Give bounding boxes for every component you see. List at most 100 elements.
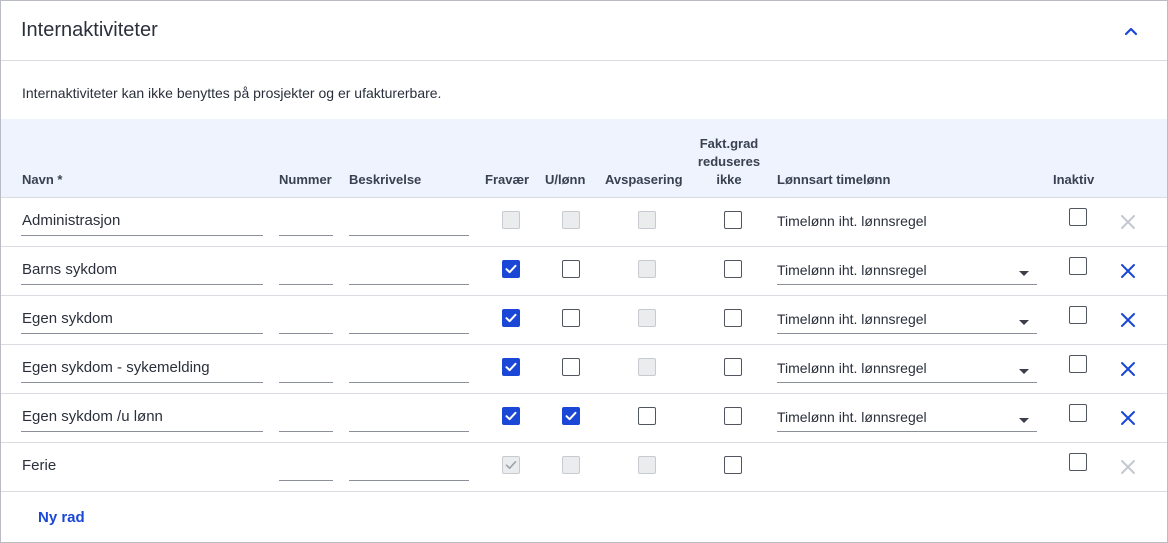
close-icon: [1121, 362, 1135, 376]
description-field[interactable]: [349, 359, 469, 383]
panel-header: Internaktiviteter: [1, 1, 1167, 61]
absence-checkbox[interactable]: [502, 309, 520, 327]
caret-down-icon: [1019, 418, 1029, 423]
wage-type-select[interactable]: Timelønn iht. lønnsregel: [777, 359, 1037, 383]
description-field[interactable]: [349, 310, 469, 334]
description-field[interactable]: [349, 457, 469, 481]
unpaid-checkbox[interactable]: [562, 358, 580, 376]
table-row: Egen sykdom - sykemelding Timelønn iht. l…: [1, 345, 1167, 394]
absence-checkbox: [502, 456, 520, 474]
table-row: Barns sykdom Timelønn iht. lønnsregel: [1, 247, 1167, 296]
col-billing-reduce-line3: ikke: [716, 172, 742, 187]
wage-type-select[interactable]: Timelønn iht. lønnsregel: [777, 261, 1037, 285]
inactive-checkbox[interactable]: [1069, 208, 1087, 226]
name-field[interactable]: Egen sykdom - sykemelding: [21, 359, 263, 383]
wage-type-value: Timelønn iht. lønnsregel: [777, 360, 927, 376]
billing-reduce-checkbox[interactable]: [724, 260, 742, 278]
caret-down-icon: [1019, 320, 1029, 325]
timeoff-checkbox: [638, 211, 656, 229]
timeoff-checkbox: [638, 456, 656, 474]
col-name: Navn *: [22, 172, 63, 187]
delete-row-button: [1118, 212, 1138, 232]
col-number: Nummer: [279, 172, 332, 187]
close-icon: [1121, 313, 1135, 327]
description-field[interactable]: [349, 408, 469, 432]
name-field[interactable]: Egen sykdom: [21, 310, 263, 334]
col-inactive: Inaktiv: [1053, 172, 1095, 187]
internal-activities-panel: Internaktiviteter Internaktiviteter kan …: [0, 0, 1168, 543]
description-field[interactable]: [349, 261, 469, 285]
number-field[interactable]: [279, 261, 333, 285]
wage-type-text: [777, 457, 1037, 481]
unpaid-checkbox: [562, 211, 580, 229]
col-unpaid: U/lønn: [545, 172, 586, 187]
inactive-checkbox[interactable]: [1069, 306, 1087, 324]
wage-type-value: Timelønn iht. lønnsregel: [777, 213, 927, 229]
absence-checkbox[interactable]: [502, 358, 520, 376]
delete-row-button[interactable]: [1118, 310, 1138, 330]
timeoff-checkbox: [638, 260, 656, 278]
timeoff-checkbox: [638, 309, 656, 327]
inactive-checkbox[interactable]: [1069, 355, 1087, 373]
info-text: Internaktiviteter kan ikke benyttes på p…: [22, 85, 442, 101]
table-row: Egen sykdom Timelønn iht. lønnsregel: [1, 296, 1167, 345]
caret-down-icon: [1019, 271, 1029, 276]
number-field[interactable]: [279, 359, 333, 383]
table-row: Egen sykdom /u lønn Timelønn iht. lønnsre…: [1, 394, 1167, 443]
delete-row-button[interactable]: [1118, 261, 1138, 281]
unpaid-checkbox: [562, 456, 580, 474]
unpaid-checkbox[interactable]: [562, 407, 580, 425]
wage-type-value: Timelønn iht. lønnsregel: [777, 311, 927, 327]
panel-title: Internaktiviteter: [21, 19, 158, 41]
billing-reduce-checkbox[interactable]: [724, 358, 742, 376]
col-billing-reduce: Fakt.grad reduseres ikke: [689, 135, 769, 189]
wage-type-text: Timelønn iht. lønnsregel: [777, 212, 1037, 236]
number-field[interactable]: [279, 457, 333, 481]
close-icon: [1121, 411, 1135, 425]
col-wage-type: Lønnsart timelønn: [777, 172, 891, 187]
inactive-checkbox[interactable]: [1069, 404, 1087, 422]
close-icon: [1121, 460, 1135, 474]
table-header: Navn * Nummer Beskrivelse Fravær U/lønn …: [1, 119, 1167, 198]
absence-checkbox[interactable]: [502, 407, 520, 425]
description-field[interactable]: [349, 212, 469, 236]
wage-type-value: Timelønn iht. lønnsregel: [777, 409, 927, 425]
unpaid-checkbox[interactable]: [562, 260, 580, 278]
table-row: Administrasjon Timelønn iht. lønnsregel: [1, 198, 1167, 247]
number-field[interactable]: [279, 408, 333, 432]
unpaid-checkbox[interactable]: [562, 309, 580, 327]
name-field[interactable]: Egen sykdom /u lønn: [21, 408, 263, 432]
billing-reduce-checkbox[interactable]: [724, 456, 742, 474]
billing-reduce-checkbox[interactable]: [724, 211, 742, 229]
absence-checkbox: [502, 211, 520, 229]
delete-row-button[interactable]: [1118, 408, 1138, 428]
timeoff-checkbox: [638, 358, 656, 376]
table-row: Ferie: [1, 443, 1167, 492]
col-billing-reduce-line2: reduseres: [697, 154, 761, 169]
wage-type-select[interactable]: Timelønn iht. lønnsregel: [777, 408, 1037, 432]
collapse-button[interactable]: [1119, 21, 1143, 41]
col-timeoff: Avspasering: [605, 172, 683, 187]
inactive-checkbox[interactable]: [1069, 453, 1087, 471]
col-description: Beskrivelse: [349, 172, 422, 187]
wage-type-value: Timelønn iht. lønnsregel: [777, 262, 927, 278]
absence-checkbox[interactable]: [502, 260, 520, 278]
number-field[interactable]: [279, 212, 333, 236]
delete-row-button: [1118, 457, 1138, 477]
wage-type-select[interactable]: Timelønn iht. lønnsregel: [777, 310, 1037, 334]
timeoff-checkbox[interactable]: [638, 407, 656, 425]
col-billing-reduce-line1: Fakt.grad: [699, 136, 759, 151]
inactive-checkbox[interactable]: [1069, 257, 1087, 275]
caret-down-icon: [1019, 369, 1029, 374]
billing-reduce-checkbox[interactable]: [724, 407, 742, 425]
name-field[interactable]: Administrasjon: [21, 212, 263, 236]
close-icon: [1121, 264, 1135, 278]
billing-reduce-checkbox[interactable]: [724, 309, 742, 327]
new-row-button[interactable]: Ny rad: [38, 509, 85, 526]
name-field: Ferie: [22, 457, 57, 474]
chevron-up-icon: [1124, 27, 1138, 36]
name-field[interactable]: Barns sykdom: [21, 261, 263, 285]
col-absence: Fravær: [485, 172, 530, 187]
number-field[interactable]: [279, 310, 333, 334]
delete-row-button[interactable]: [1118, 359, 1138, 379]
